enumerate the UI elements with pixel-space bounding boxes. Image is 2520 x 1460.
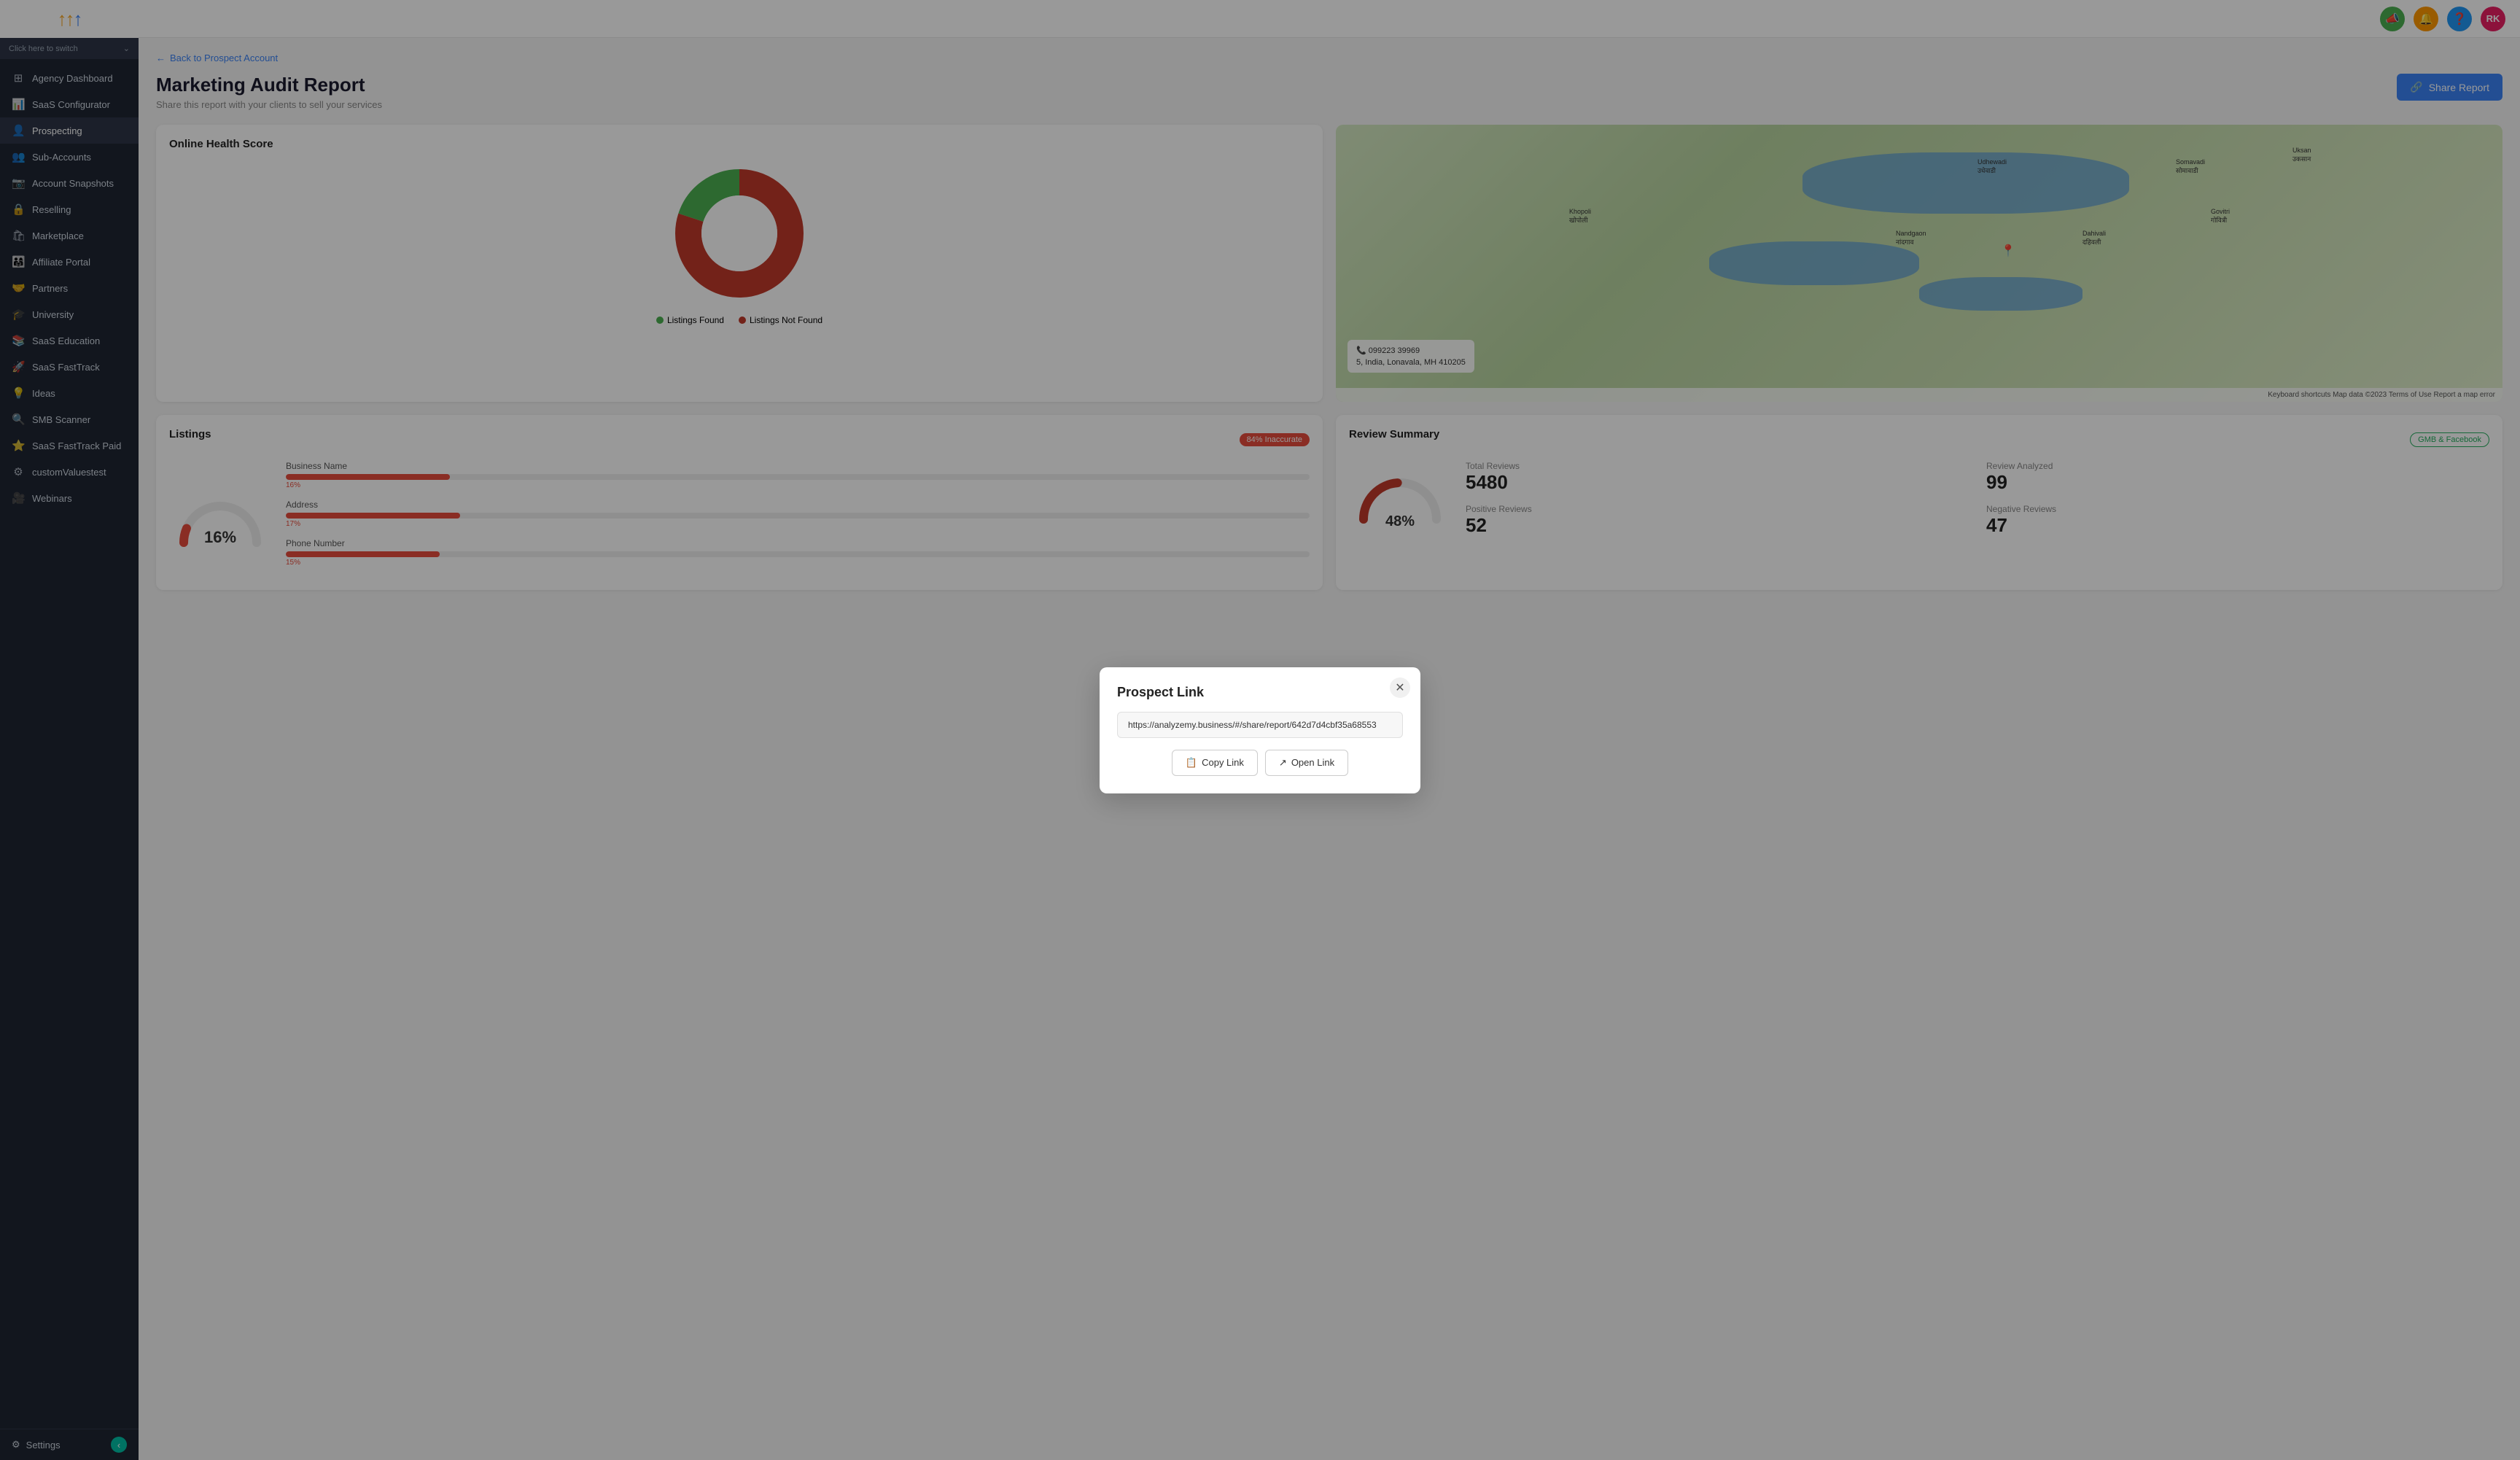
external-link-icon: ↗ — [1279, 757, 1287, 769]
modal-url: https://analyzemy.business/#/share/repor… — [1117, 712, 1403, 738]
copy-icon: 📋 — [1186, 757, 1197, 769]
modal-actions: 📋 Copy Link ↗ Open Link — [1117, 750, 1403, 776]
modal-close-button[interactable]: ✕ — [1390, 677, 1410, 698]
copy-link-button[interactable]: 📋 Copy Link — [1172, 750, 1258, 776]
prospect-link-modal: Prospect Link ✕ https://analyzemy.busine… — [1100, 667, 1420, 793]
modal-title: Prospect Link — [1117, 685, 1403, 700]
modal-overlay[interactable]: Prospect Link ✕ https://analyzemy.busine… — [0, 0, 2520, 1460]
open-link-button[interactable]: ↗ Open Link — [1265, 750, 1348, 776]
